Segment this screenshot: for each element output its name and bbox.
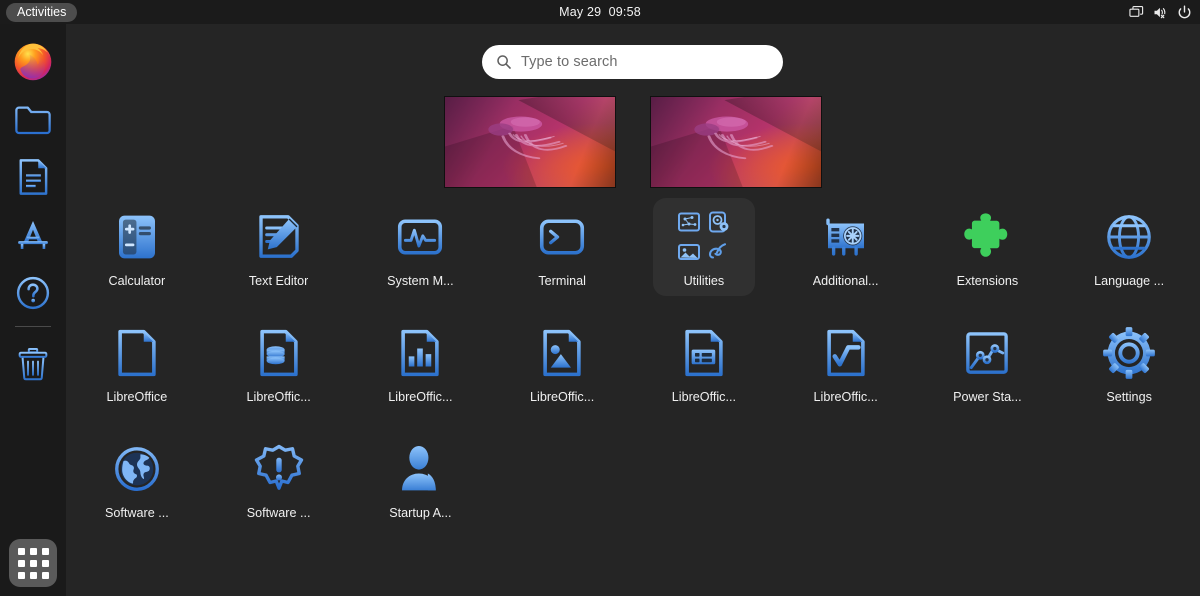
calculator-icon (108, 208, 166, 266)
libreoffice-impress-icon (675, 324, 733, 382)
software-updater-icon (250, 440, 308, 498)
app-label: Text Editor (249, 274, 309, 289)
app-label: Calculator (109, 274, 166, 289)
power-icon[interactable] (1177, 5, 1192, 20)
terminal-icon (533, 208, 591, 266)
app-label: Utilities (684, 274, 725, 289)
screencast-icon[interactable] (1129, 5, 1144, 20)
additional-drivers-icon (817, 208, 875, 266)
ubuntu-software-icon (12, 214, 54, 256)
app-item-calculator[interactable]: Calculator (86, 198, 188, 296)
system-monitor-icon (391, 208, 449, 266)
image-viewer-icon (677, 240, 701, 264)
trash-icon (13, 344, 53, 384)
libreoffice-math-icon (817, 324, 875, 382)
search-input[interactable]: Type to search (482, 45, 783, 79)
utilities-folder-icon (675, 208, 733, 266)
workspace-switcher (0, 96, 1200, 188)
application-grid: Calculator Text Editor (66, 198, 1200, 528)
libreoffice-base-icon (250, 324, 308, 382)
app-item-software-updater[interactable]: Software ... (228, 430, 330, 528)
dock-item-ubuntu-software[interactable] (9, 211, 57, 259)
app-item-libreoffice-impress[interactable]: LibreOffic... (653, 314, 755, 412)
app-item-text-editor[interactable]: Text Editor (228, 198, 330, 296)
app-label: LibreOffic... (672, 390, 736, 405)
status-area[interactable] (1129, 0, 1192, 24)
search-placeholder: Type to search (521, 54, 618, 70)
volume-muted-icon[interactable] (1153, 5, 1168, 20)
activities-button[interactable]: Activities (6, 3, 77, 22)
app-item-settings[interactable]: Settings (1078, 314, 1180, 412)
dock-item-firefox[interactable] (9, 37, 57, 85)
app-label: LibreOffic... (247, 390, 311, 405)
startup-applications-icon (391, 440, 449, 498)
workspace-thumbnail-1[interactable] (444, 96, 616, 188)
software-updates-icon (108, 440, 166, 498)
app-item-terminal[interactable]: Terminal (511, 198, 613, 296)
power-statistics-icon (958, 324, 1016, 382)
app-item-language-support[interactable]: Language ... (1078, 198, 1180, 296)
app-item-libreoffice-math[interactable]: LibreOffic... (795, 314, 897, 412)
text-editor-icon (250, 208, 308, 266)
libreoffice-start-icon (108, 324, 166, 382)
dock-item-trash[interactable] (9, 340, 57, 388)
app-label: Settings (1106, 390, 1152, 405)
dock-separator (15, 326, 51, 327)
help-icon (12, 272, 54, 314)
search-container: Type to search (482, 45, 783, 79)
disks-icon (707, 210, 731, 234)
app-folder-utilities[interactable]: Utilities (653, 198, 755, 296)
gnome-activities-overview: Activities May 29 09:58 (0, 0, 1200, 596)
settings-icon (1100, 324, 1158, 382)
app-item-libreoffice-calc[interactable]: LibreOffic... (369, 314, 471, 412)
app-item-additional-drivers[interactable]: Additional... (795, 198, 897, 296)
app-item-extensions[interactable]: Extensions (936, 198, 1038, 296)
app-item-libreoffice-draw[interactable]: LibreOffic... (511, 314, 613, 412)
app-item-startup-applications[interactable]: Startup A... (369, 430, 471, 528)
top-bar: Activities May 29 09:58 (0, 0, 1200, 24)
app-label: Software ... (247, 506, 311, 521)
app-label: LibreOffice (107, 390, 168, 405)
app-item-system-monitor[interactable]: System M... (369, 198, 471, 296)
app-label: Software ... (105, 506, 169, 521)
jellyfish-art (682, 109, 794, 177)
workspace-thumbnail-2[interactable] (650, 96, 822, 188)
extensions-icon (958, 208, 1016, 266)
search-icon (496, 54, 512, 70)
jellyfish-art (476, 109, 588, 177)
app-item-power-statistics[interactable]: Power Sta... (936, 314, 1038, 412)
libreoffice-draw-icon (533, 324, 591, 382)
app-label: Power Sta... (953, 390, 1022, 405)
apps-grid-icon (18, 548, 49, 579)
app-label: LibreOffic... (814, 390, 878, 405)
language-support-icon (1100, 208, 1158, 266)
app-item-libreoffice-base[interactable]: LibreOffic... (228, 314, 330, 412)
libreoffice-calc-icon (391, 324, 449, 382)
app-label: System M... (387, 274, 453, 289)
dock-item-help[interactable] (9, 269, 57, 317)
firefox-icon (11, 39, 55, 83)
app-label: Terminal (538, 274, 586, 289)
evince-document-viewer-icon (707, 240, 731, 264)
app-label: Language ... (1094, 274, 1164, 289)
app-label: Extensions (957, 274, 1019, 289)
app-label: LibreOffic... (530, 390, 594, 405)
app-label: Additional... (813, 274, 879, 289)
app-label: Startup A... (389, 506, 451, 521)
app-item-libreoffice[interactable]: LibreOffice (86, 314, 188, 412)
show-applications-button[interactable] (9, 539, 57, 587)
app-label: LibreOffic... (388, 390, 452, 405)
app-item-software-updates[interactable]: Software ... (86, 430, 188, 528)
disk-usage-analyzer-icon (677, 210, 701, 234)
clock[interactable]: May 29 09:58 (559, 0, 641, 24)
